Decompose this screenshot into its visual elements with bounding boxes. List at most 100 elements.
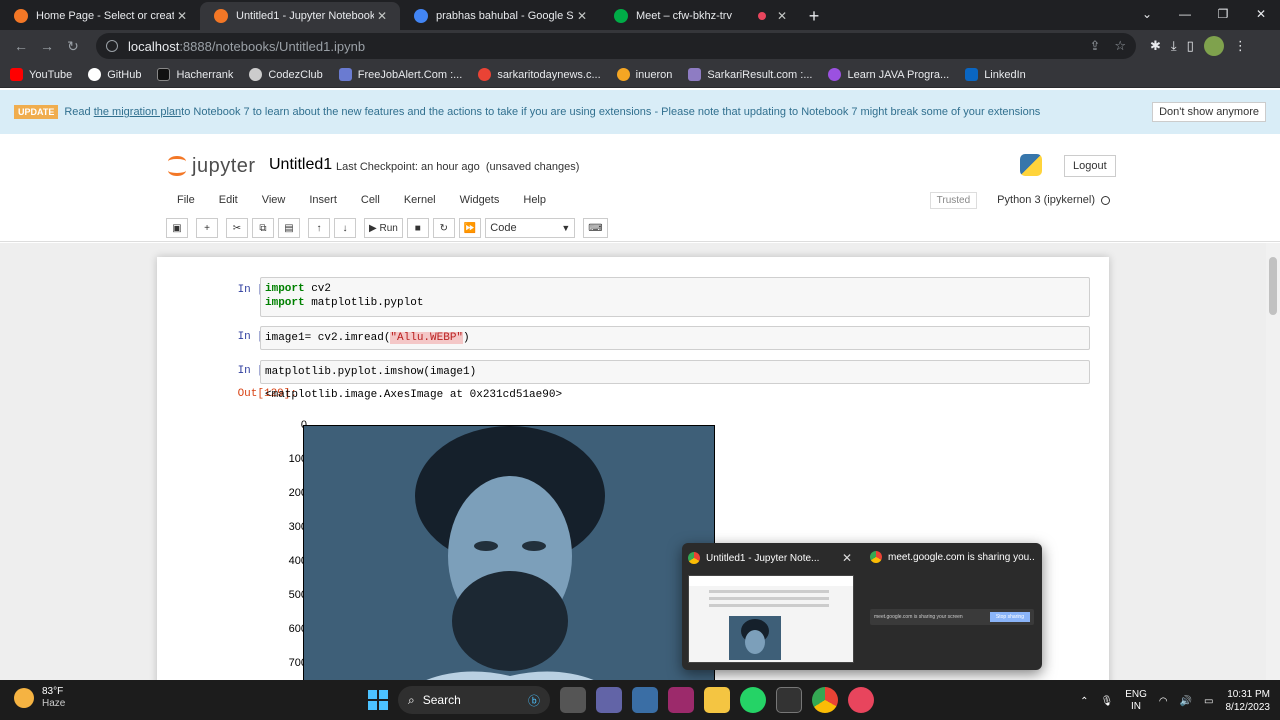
bookmark-star-icon[interactable]: ☆ bbox=[1114, 38, 1126, 54]
winrar-icon[interactable] bbox=[668, 687, 694, 713]
restore-icon[interactable]: ❐ bbox=[1204, 0, 1242, 28]
page-scrollbar[interactable] bbox=[1266, 243, 1280, 680]
trusted-badge[interactable]: Trusted bbox=[929, 191, 978, 209]
menu-view[interactable]: View bbox=[251, 194, 299, 206]
teams-icon[interactable] bbox=[596, 687, 622, 713]
bookmark-codezclub[interactable]: CodezClub bbox=[249, 68, 323, 81]
cut-icon[interactable]: ✂ bbox=[226, 218, 248, 238]
cell-input[interactable]: matplotlib.pyplot.imshow(image1) bbox=[260, 360, 1090, 384]
windows-start-icon[interactable] bbox=[368, 690, 388, 710]
logout-button[interactable]: Logout bbox=[1064, 155, 1116, 177]
whatsapp-icon[interactable] bbox=[740, 687, 766, 713]
close-window-icon[interactable]: ✕ bbox=[1242, 0, 1280, 28]
new-tab-button[interactable]: + bbox=[800, 2, 828, 30]
tab-google-search[interactable]: prabhas bahubal - Google Search ✕ bbox=[400, 2, 600, 30]
run-button[interactable]: ▶ Run bbox=[364, 218, 403, 238]
stop-sharing-button[interactable]: Stop sharing bbox=[989, 612, 1030, 622]
close-icon[interactable]: ✕ bbox=[842, 551, 852, 565]
taskbar-preview-popup: Untitled1 - Jupyter Note... ✕ meet.google… bbox=[682, 543, 1042, 670]
reload-icon[interactable]: ↻ bbox=[60, 33, 86, 59]
wifi-icon[interactable]: ◠ bbox=[1159, 696, 1168, 707]
weather-widget[interactable]: 83°F Haze bbox=[14, 686, 65, 710]
tab-search-icon[interactable]: ⌄ bbox=[1128, 0, 1166, 28]
taskbar-search[interactable]: ⌕ Search ⓑ bbox=[398, 686, 550, 714]
cell-type-select[interactable]: Code ▼ bbox=[485, 218, 576, 238]
bookmark-sarkaritodaynews[interactable]: sarkaritodaynews.c... bbox=[478, 68, 601, 81]
insert-cell-icon[interactable]: + bbox=[196, 218, 218, 238]
tab-home-page[interactable]: Home Page - Select or create a n ✕ bbox=[0, 2, 200, 30]
chrome-icon[interactable] bbox=[812, 687, 838, 713]
menu-help[interactable]: Help bbox=[512, 194, 559, 206]
address-bar[interactable]: localhost:8888/notebooks/Untitled1.ipynb… bbox=[96, 33, 1136, 59]
notebook-name[interactable]: Untitled1 bbox=[269, 156, 332, 174]
menu-file[interactable]: File bbox=[166, 194, 208, 206]
move-up-icon[interactable]: ↑ bbox=[308, 218, 330, 238]
menu-cell[interactable]: Cell bbox=[350, 194, 393, 206]
notebook-site[interactable]: In [127]: import cv2 import matplotlib.p… bbox=[0, 243, 1280, 680]
jupyter-logo[interactable]: jupyter bbox=[168, 154, 256, 178]
menu-insert[interactable]: Insert bbox=[298, 194, 350, 206]
clock[interactable]: 10:31 PM 8/12/2023 bbox=[1226, 688, 1271, 714]
bookmark-youtube[interactable]: YouTube bbox=[10, 68, 72, 81]
battery-icon[interactable]: ▭ bbox=[1204, 696, 1213, 707]
preview-meet-window[interactable]: meet.google.com is sharing you... meet.g… bbox=[864, 543, 1040, 670]
scrollbar-thumb[interactable] bbox=[1269, 257, 1277, 315]
minimize-icon[interactable]: — bbox=[1166, 0, 1204, 28]
command-palette-icon[interactable]: ⌨ bbox=[583, 218, 608, 238]
preview-jupyter-window[interactable]: Untitled1 - Jupyter Note... ✕ bbox=[682, 543, 858, 670]
close-icon[interactable]: ✕ bbox=[774, 9, 790, 23]
share-icon[interactable]: ⇪ bbox=[1089, 38, 1100, 54]
bookmark-sarkariresult[interactable]: SarkariResult.com :... bbox=[688, 68, 812, 81]
bookmark-hackerrank[interactable]: Hacherrank bbox=[157, 68, 233, 81]
forward-icon[interactable]: → bbox=[34, 33, 60, 59]
microphone-icon[interactable]: 🎙 bbox=[1100, 696, 1113, 707]
menu-edit[interactable]: Edit bbox=[208, 194, 251, 206]
cell-input[interactable]: image1= cv2.imread("Allu.WEBP") bbox=[260, 326, 1090, 350]
bookmark-linkedin[interactable]: LinkedIn bbox=[965, 68, 1026, 81]
volume-icon[interactable]: 🔊 bbox=[1180, 696, 1192, 707]
y-tick-label: 100 bbox=[288, 453, 307, 465]
profile-avatar[interactable] bbox=[1203, 36, 1224, 56]
menu-kebab-icon[interactable]: ⋮ bbox=[1234, 38, 1247, 54]
bookmark-learn-java[interactable]: Learn JAVA Progra... bbox=[828, 68, 949, 81]
site-info-icon[interactable] bbox=[106, 40, 118, 52]
tab-untitled1[interactable]: Untitled1 - Jupyter Notebook ✕ bbox=[200, 2, 400, 30]
bookmark-freejobalert[interactable]: FreeJobAlert.Com :... bbox=[338, 68, 462, 81]
save-icon[interactable]: ▣ bbox=[166, 218, 188, 238]
back-icon[interactable]: ← bbox=[8, 33, 34, 59]
recording-icon bbox=[758, 12, 766, 20]
file-explorer-icon[interactable] bbox=[704, 687, 730, 713]
copy-icon[interactable]: ⧉ bbox=[252, 218, 274, 238]
migration-plan-link[interactable]: the migration plan bbox=[94, 106, 181, 118]
restart-run-all-icon[interactable]: ⏩ bbox=[458, 218, 482, 238]
cell-input[interactable]: import cv2 import matplotlib.pyplot bbox=[260, 277, 1090, 317]
task-view-icon[interactable] bbox=[560, 687, 586, 713]
restart-icon[interactable]: ↻ bbox=[432, 218, 455, 238]
calculator-icon[interactable] bbox=[632, 687, 658, 713]
haze-weather-icon bbox=[14, 688, 34, 708]
menu-widgets[interactable]: Widgets bbox=[449, 194, 513, 206]
notice-text-before: Read bbox=[64, 106, 91, 118]
menu-kernel[interactable]: Kernel bbox=[393, 194, 449, 206]
linkedin-icon bbox=[965, 68, 979, 81]
tab-meet[interactable]: Meet – cfw-bkhz-trv ✕ bbox=[600, 2, 800, 30]
chevron-up-icon[interactable]: ⌃ bbox=[1080, 696, 1088, 707]
terminal-icon[interactable] bbox=[776, 687, 802, 713]
interrupt-icon[interactable]: ■ bbox=[406, 218, 429, 238]
download-icon[interactable]: ⤓ bbox=[1171, 38, 1177, 54]
paste-icon[interactable]: ▤ bbox=[278, 218, 300, 238]
close-icon[interactable]: ✕ bbox=[174, 9, 190, 23]
close-icon[interactable]: ✕ bbox=[574, 9, 590, 23]
python-logo-icon bbox=[1020, 154, 1042, 176]
bookmark-github[interactable]: GitHub bbox=[88, 68, 141, 81]
language-indicator[interactable]: ENG IN bbox=[1125, 689, 1147, 713]
chrome-recording-icon[interactable] bbox=[848, 687, 874, 713]
windows-taskbar: 83°F Haze ⌕ Search ⓑ ⌃ 🎙 ENG IN ◠ 🔊 ▭ 10:31 … bbox=[0, 680, 1280, 720]
move-down-icon[interactable]: ↓ bbox=[334, 218, 356, 238]
close-icon[interactable]: ✕ bbox=[374, 9, 390, 23]
side-panel-icon[interactable]: ▯ bbox=[1187, 38, 1194, 54]
bookmark-ineuron[interactable]: inueron bbox=[616, 68, 672, 81]
extensions-icon[interactable]: ✱ bbox=[1150, 38, 1161, 54]
chrome-icon bbox=[688, 552, 700, 564]
dont-show-anymore-button[interactable]: Don't show anymore bbox=[1152, 102, 1266, 122]
